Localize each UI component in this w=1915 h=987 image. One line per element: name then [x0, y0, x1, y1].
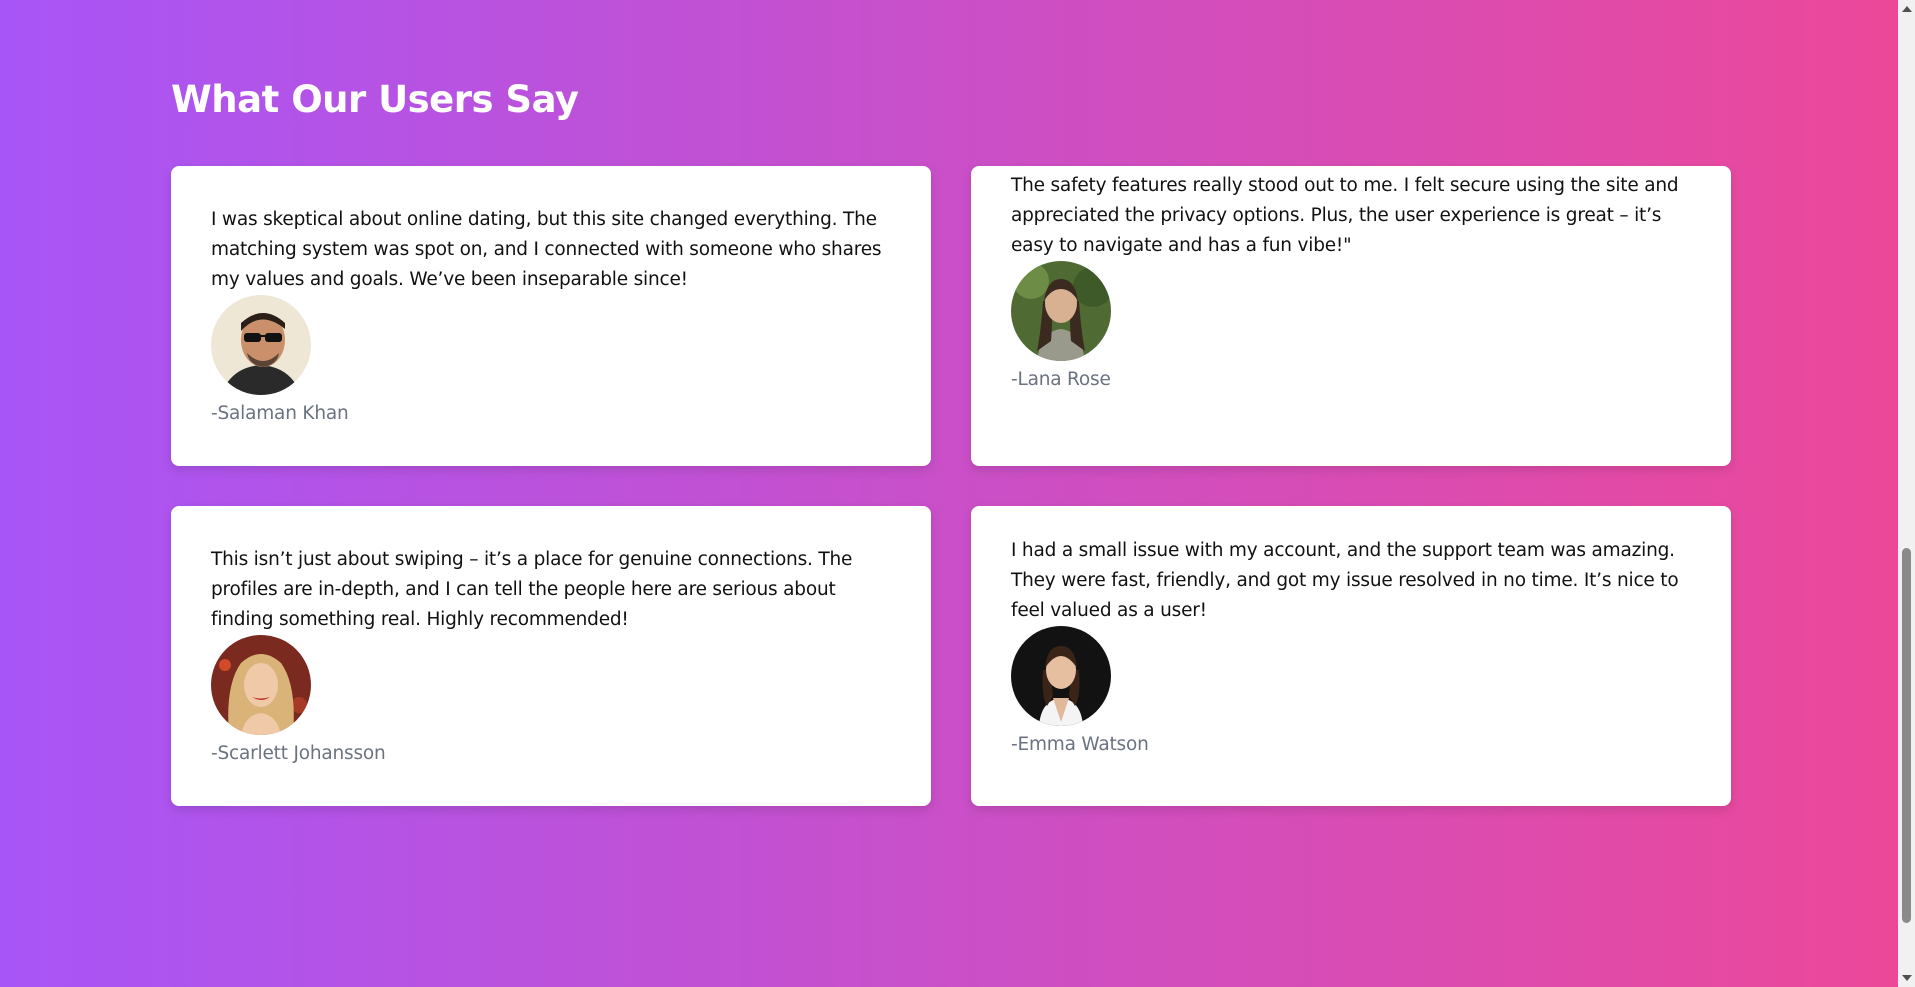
testimonial-author: -Scarlett Johansson	[211, 743, 386, 764]
man-with-sunglasses-avatar	[211, 295, 311, 395]
testimonial-quote: The safety features really stood out to …	[1011, 175, 1679, 256]
testimonial-author: -Salaman Khan	[211, 403, 349, 424]
testimonials-section: What Our Users Say I was skeptical about…	[0, 0, 1898, 987]
scroll-up-arrow-icon[interactable]	[1902, 6, 1912, 12]
testimonial-card: This isn’t just about swiping – it’s a p…	[171, 506, 931, 806]
testimonial-card: I was skeptical about online dating, but…	[171, 166, 931, 466]
testimonial-author: -Lana Rose	[1011, 369, 1111, 390]
testimonial-card: I had a small issue with my account, and…	[971, 506, 1731, 806]
woman-white-dress-avatar	[1011, 626, 1111, 726]
vertical-scrollbar[interactable]	[1898, 0, 1915, 987]
blonde-woman-avatar	[211, 635, 311, 735]
testimonial-quote: This isn’t just about swiping – it’s a p…	[211, 549, 853, 630]
woman-outdoors-avatar	[1011, 261, 1111, 361]
section-title: What Our Users Say	[171, 78, 579, 121]
testimonial-quote: I had a small issue with my account, and…	[1011, 540, 1679, 621]
scroll-down-arrow-icon[interactable]	[1902, 975, 1912, 981]
testimonial-quote: I was skeptical about online dating, but…	[211, 209, 882, 290]
testimonial-card: The safety features really stood out to …	[971, 166, 1731, 466]
scrollbar-thumb[interactable]	[1902, 548, 1911, 923]
testimonial-author: -Emma Watson	[1011, 734, 1149, 755]
